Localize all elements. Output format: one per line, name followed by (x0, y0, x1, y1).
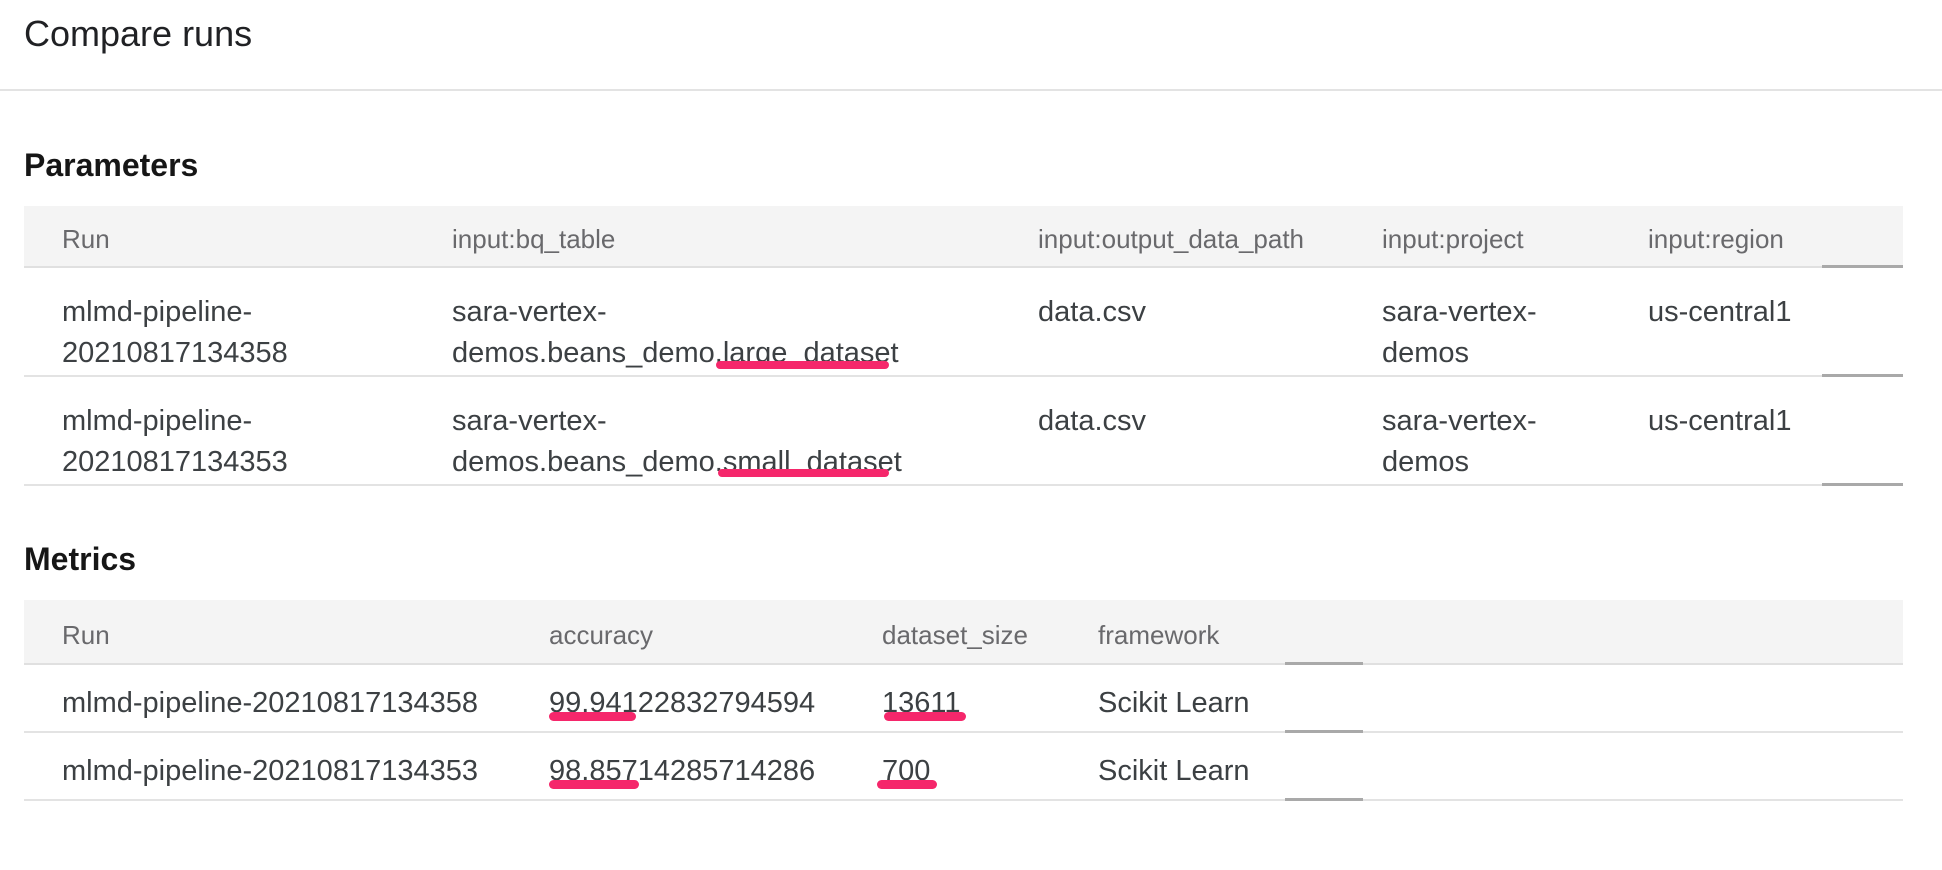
cell-region: us-central1 (1648, 401, 1791, 442)
cell-region: us-central1 (1648, 292, 1791, 333)
parameters-heading: Parameters (24, 146, 198, 184)
highlight-underline-small-dataset (718, 469, 889, 477)
parameters-row-1: mlmd-pipeline-20210817134358 sara-vertex… (24, 268, 1903, 377)
cell-framework: Scikit Learn (1098, 683, 1250, 724)
metrics-row-1: mlmd-pipeline-20210817134358 99.94122832… (24, 665, 1903, 733)
cell-project: sara-vertex-demos (1382, 401, 1552, 483)
column-header-run: Run (62, 224, 110, 255)
cell-framework: Scikit Learn (1098, 751, 1250, 792)
cell-run-name: mlmd-pipeline-20210817134358 (62, 292, 302, 374)
highlight-underline-dataset-size (877, 780, 937, 789)
highlight-underline-accuracy (549, 780, 639, 789)
column-header-run: Run (62, 620, 110, 651)
highlight-underline-dataset-size (884, 712, 966, 721)
trailing-column-marker (1822, 483, 1903, 486)
parameters-table: Run input:bq_table input:output_data_pat… (24, 206, 1903, 486)
column-header-output-data-path: input:output_data_path (1038, 224, 1304, 255)
parameters-row-2: mlmd-pipeline-20210817134353 sara-vertex… (24, 377, 1903, 486)
trailing-column-marker (1285, 798, 1363, 801)
cell-run-name: mlmd-pipeline-20210817134353 (62, 751, 478, 792)
column-header-bq-table: input:bq_table (452, 224, 615, 255)
cell-output-data-path: data.csv (1038, 292, 1146, 333)
metrics-table: Run accuracy dataset_size framework mlmd… (24, 600, 1903, 801)
column-header-accuracy: accuracy (549, 620, 653, 651)
column-header-framework: framework (1098, 620, 1219, 651)
page-title: Compare runs (24, 12, 252, 56)
cell-project: sara-vertex-demos (1382, 292, 1552, 374)
header-divider (0, 89, 1942, 91)
metrics-heading: Metrics (24, 540, 136, 578)
column-header-project: input:project (1382, 224, 1524, 255)
cell-output-data-path: data.csv (1038, 401, 1146, 442)
cell-run-name: mlmd-pipeline-20210817134358 (62, 683, 478, 724)
compare-runs-page: Compare runs Parameters Run input:bq_tab… (0, 0, 1942, 870)
cell-run-name: mlmd-pipeline-20210817134353 (62, 401, 302, 483)
metrics-header-row: Run accuracy dataset_size framework (24, 600, 1903, 665)
metrics-row-2: mlmd-pipeline-20210817134353 98.85714285… (24, 733, 1903, 801)
highlight-underline-large-dataset (716, 361, 889, 369)
column-header-dataset-size: dataset_size (882, 620, 1028, 651)
highlight-underline-accuracy (549, 712, 636, 721)
column-header-region: input:region (1648, 224, 1784, 255)
parameters-header-row: Run input:bq_table input:output_data_pat… (24, 206, 1903, 268)
